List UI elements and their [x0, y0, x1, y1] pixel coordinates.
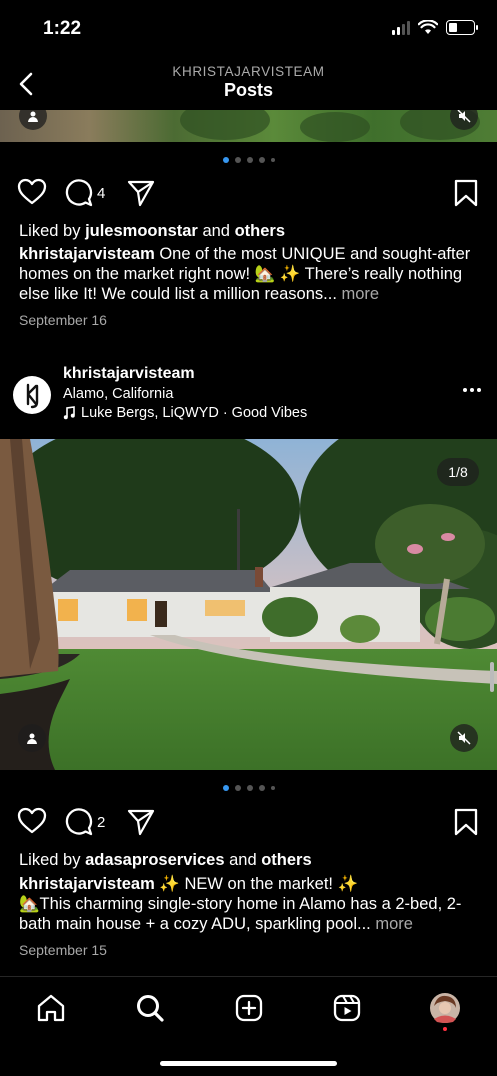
home-indicator [160, 1061, 337, 1066]
tab-search[interactable] [134, 992, 166, 1024]
heart-icon[interactable] [17, 807, 47, 835]
more-link[interactable]: more [375, 915, 413, 933]
caption-author[interactable]: khristajarvisteam [19, 245, 155, 263]
scroll-indicator[interactable] [490, 662, 494, 692]
wifi-icon [418, 20, 438, 34]
cellular-signal-icon [392, 20, 410, 35]
carousel-dots [0, 785, 497, 791]
reels-icon [333, 994, 361, 1022]
kj-logo-icon [26, 383, 39, 409]
music-label: Luke Bergs, LiQWYD · Good Vibes [81, 405, 308, 421]
tagged-people-icon[interactable] [19, 110, 47, 130]
house-photo [0, 439, 497, 770]
post-caption: khristajarvisteam ✨ NEW on the market! ✨… [19, 874, 481, 934]
tagged-people-icon[interactable] [18, 724, 46, 752]
post-date: September 16 [19, 312, 107, 328]
more-link[interactable]: more [342, 285, 380, 303]
comment-button[interactable]: 2 [65, 808, 105, 836]
post-username[interactable]: khristajarvisteam [63, 365, 195, 383]
tab-reels[interactable] [331, 992, 363, 1024]
battery-icon [446, 20, 478, 35]
previous-post-photo[interactable] [0, 110, 497, 142]
status-time: 1:22 [43, 18, 82, 39]
tab-profile[interactable] [429, 992, 461, 1024]
bookmark-icon[interactable] [454, 808, 478, 836]
liked-by-user[interactable]: adasaproservices [85, 851, 224, 869]
likes-line: Liked by adasaproservices and others [19, 851, 312, 869]
send-icon[interactable] [127, 179, 155, 207]
post-caption: khristajarvisteam One of the most UNIQUE… [19, 244, 481, 304]
comment-button[interactable]: 4 [65, 179, 105, 207]
search-icon [137, 995, 164, 1022]
post-actions: 4 [0, 178, 497, 208]
avatar [430, 993, 460, 1023]
heart-icon[interactable] [17, 178, 47, 206]
page-title: Posts [223, 80, 274, 100]
status-icons [392, 20, 478, 35]
caption-line1: ✨ NEW on the market! ✨ [159, 875, 359, 893]
post-header: khristajarvisteam Alamo, California Luke… [0, 360, 497, 438]
post-photo[interactable]: 1/8 [0, 439, 497, 770]
caption-author[interactable]: khristajarvisteam [19, 875, 155, 893]
music-note-icon [63, 406, 75, 420]
comment-icon [65, 179, 93, 207]
more-options-icon[interactable] [463, 388, 481, 392]
post-music[interactable]: Luke Bergs, LiQWYD · Good Vibes [63, 405, 307, 421]
notification-dot [443, 1027, 447, 1031]
comment-icon [65, 808, 93, 836]
liked-by-user[interactable]: julesmoonstar [85, 222, 198, 240]
post-actions: 2 [0, 807, 497, 837]
carousel-dots [0, 157, 497, 163]
plus-square-icon [235, 994, 263, 1022]
tab-create[interactable] [233, 992, 265, 1024]
liked-by-others[interactable]: others [261, 851, 311, 869]
send-icon[interactable] [127, 808, 155, 836]
tab-home[interactable] [35, 992, 67, 1024]
liked-by-others[interactable]: others [235, 222, 285, 240]
home-icon [37, 994, 65, 1022]
muted-audio-icon[interactable] [450, 724, 478, 752]
post-location[interactable]: Alamo, California [63, 386, 173, 402]
comment-count: 2 [97, 813, 106, 831]
account-name: KHRISTAJARVISTEAM [172, 64, 325, 79]
status-bar: 1:22 [0, 0, 497, 58]
post-date: September 15 [19, 942, 107, 958]
bookmark-icon[interactable] [454, 179, 478, 207]
avatar[interactable] [13, 376, 51, 414]
comment-count: 4 [97, 184, 106, 202]
photo-counter: 1/8 [437, 458, 479, 486]
likes-line: Liked by julesmoonstar and others [19, 222, 285, 240]
nav-header: KHRISTAJARVISTEAM Posts [0, 58, 497, 110]
